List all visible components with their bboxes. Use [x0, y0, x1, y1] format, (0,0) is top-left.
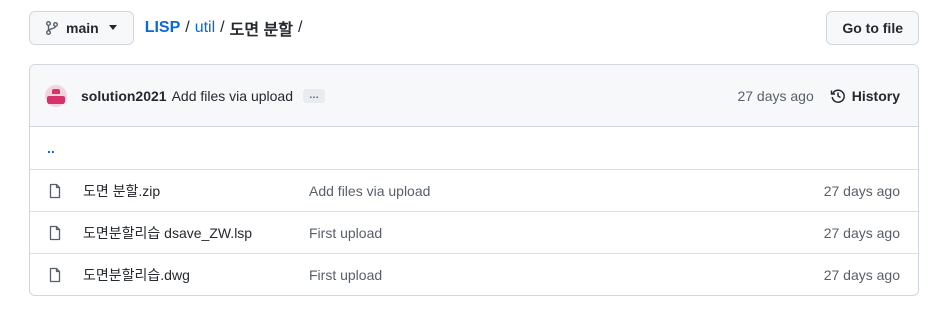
breadcrumb: LISP / util / 도면 분할 /	[145, 16, 303, 40]
history-icon	[830, 88, 845, 103]
commit-message-link[interactable]: Add files via upload	[172, 88, 293, 104]
table-row: 도면분할리습.dwg First upload 27 days ago	[30, 253, 918, 295]
branch-select-button[interactable]: main	[29, 10, 134, 45]
commit-time: 27 days ago	[737, 87, 814, 104]
breadcrumb-repo-link[interactable]: LISP	[145, 19, 181, 37]
breadcrumb-separator: /	[185, 18, 190, 36]
file-icon	[49, 267, 61, 282]
file-commit-time: 27 days ago	[823, 224, 900, 241]
breadcrumb-separator: /	[220, 18, 225, 36]
file-commit-time: 27 days ago	[823, 266, 900, 283]
expand-commit-button[interactable]: …	[303, 88, 326, 103]
breadcrumb-current: 도면 분할	[229, 21, 293, 39]
file-browser: solution2021 Add files via upload … 27 d…	[29, 64, 919, 296]
breadcrumb-folder-link[interactable]: util	[195, 19, 215, 37]
file-commit-message-link[interactable]: Add files via upload	[309, 183, 824, 199]
parent-directory-link[interactable]: ..	[47, 140, 55, 156]
file-commit-message-link[interactable]: First upload	[309, 267, 824, 283]
history-label: History	[851, 87, 900, 104]
latest-commit-bar: solution2021 Add files via upload … 27 d…	[30, 65, 918, 127]
breadcrumb-separator: /	[297, 18, 303, 36]
history-link[interactable]: History	[830, 88, 900, 104]
file-commit-message-link[interactable]: First upload	[309, 225, 824, 241]
commit-author-link[interactable]: solution2021	[81, 88, 167, 104]
table-row: 도면 분할.zip Add files via upload 27 days a…	[30, 169, 918, 211]
table-row: 도면분할리습 dsave_ZW.lsp First upload 27 days…	[30, 211, 918, 253]
parent-directory-row[interactable]: ..	[30, 127, 918, 169]
file-name-link[interactable]: 도면 분할.zip	[83, 181, 309, 201]
git-branch-icon	[46, 20, 58, 35]
avatar[interactable]	[45, 84, 67, 107]
file-name-link[interactable]: 도면분할리습.dwg	[83, 265, 309, 285]
file-name-link[interactable]: 도면분할리습 dsave_ZW.lsp	[83, 223, 309, 243]
branch-label: main	[66, 19, 99, 36]
file-icon	[49, 183, 61, 198]
chevron-down-icon	[108, 25, 117, 30]
file-icon	[49, 225, 61, 240]
file-navigation: main LISP / util / 도면 분할 / Go to file	[29, 9, 919, 46]
go-to-file-button[interactable]: Go to file	[826, 10, 919, 45]
file-commit-time: 27 days ago	[823, 182, 900, 199]
